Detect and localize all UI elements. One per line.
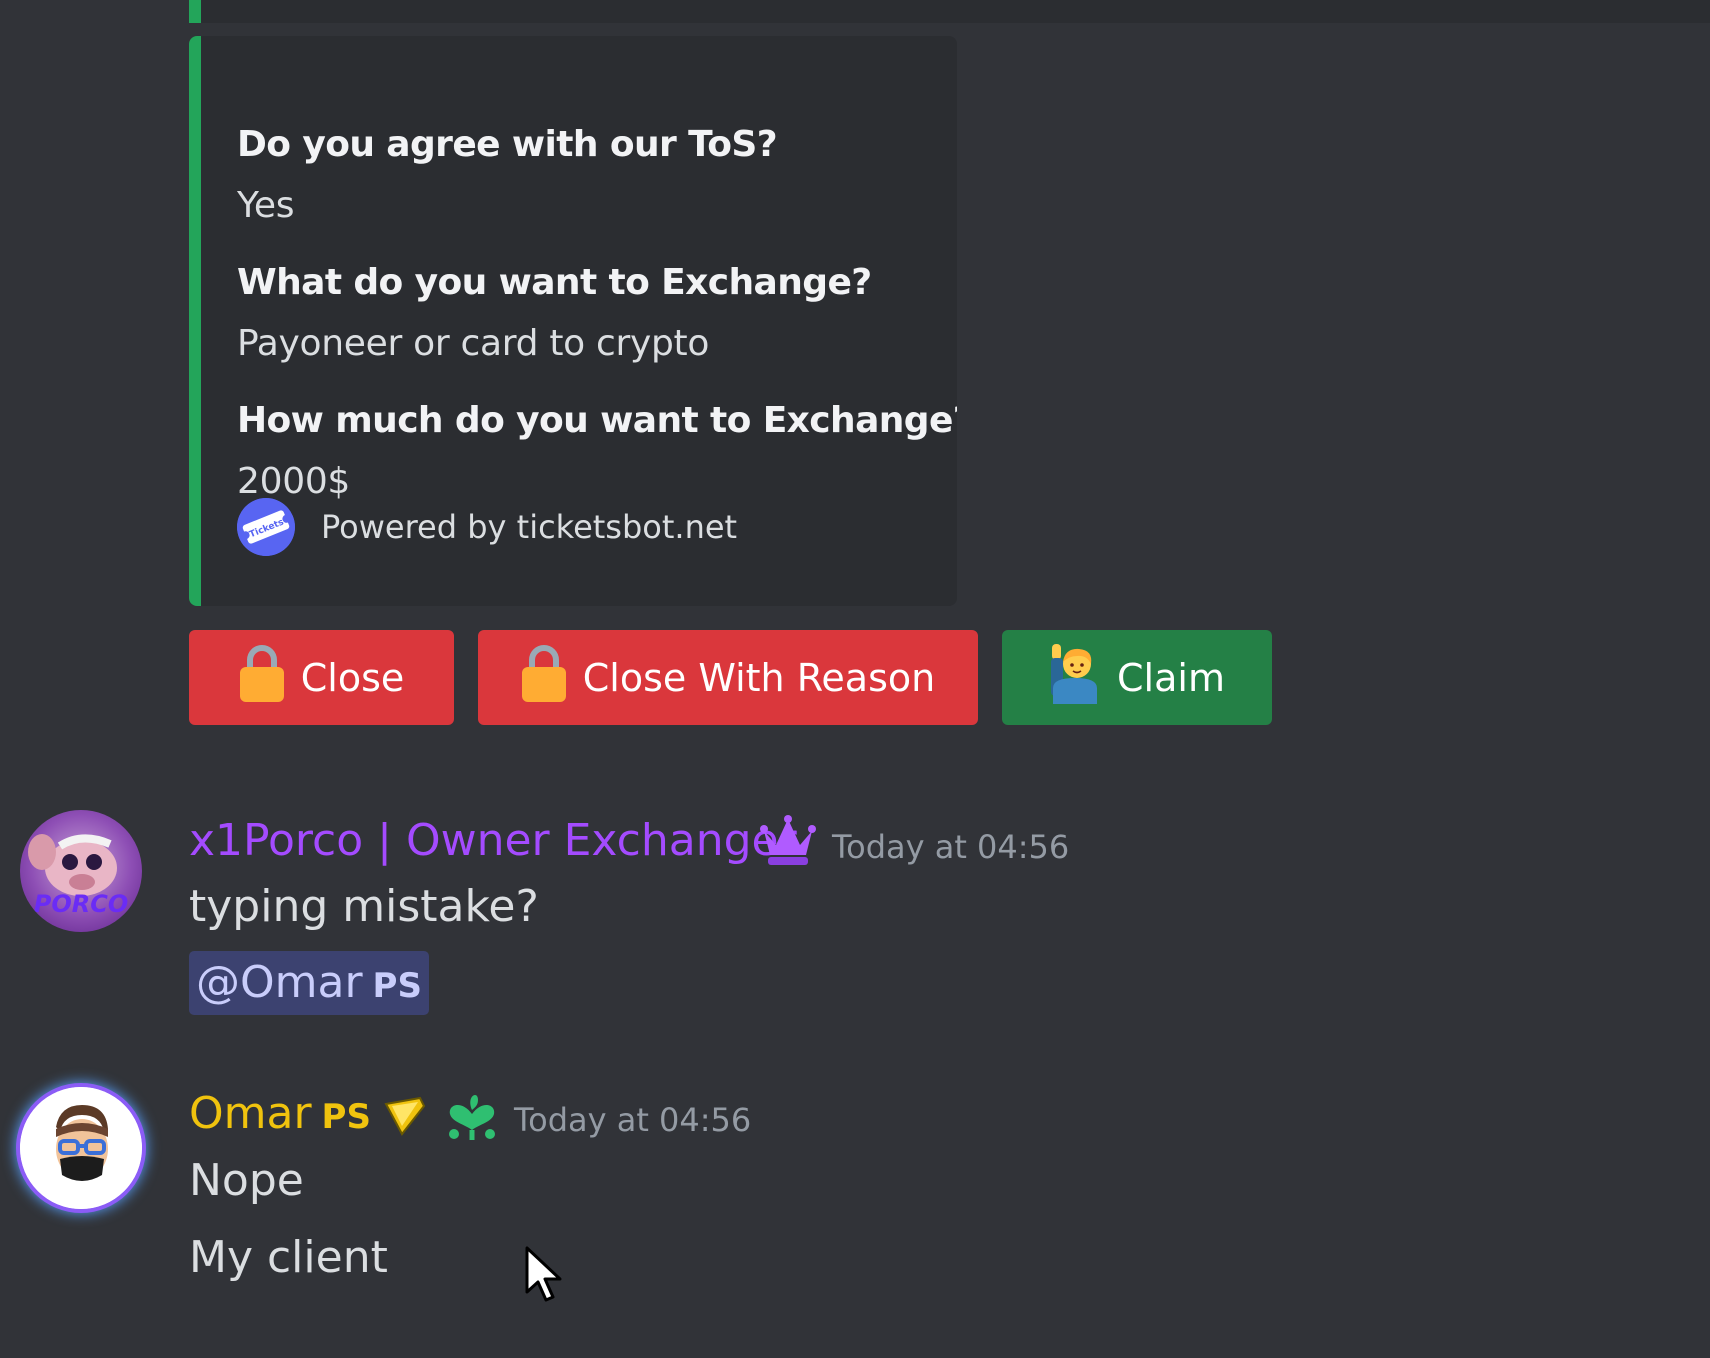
embed-footer-text: Powered by ticketsbot.net (321, 508, 738, 546)
close-button[interactable]: Close (189, 630, 454, 725)
embed-accent-bar (189, 36, 201, 606)
message-author[interactable]: Omar PS (189, 1088, 371, 1139)
clover-heart-icon[interactable] (444, 1090, 500, 1146)
embed-field-name: How much do you want to Exchange? (237, 400, 957, 441)
ticketsbot-logo-icon: Tickets (237, 498, 295, 556)
close-with-reason-label: Close With Reason (582, 655, 936, 700)
lock-icon (239, 643, 285, 712)
claim-button-label: Claim (1117, 655, 1225, 700)
author-tag: PS (321, 1097, 371, 1137)
embed-field-name: Do you agree with our ToS? (237, 124, 778, 165)
embed-field-value: Payoneer or card to crypto (237, 323, 710, 364)
gem-icon[interactable] (384, 1096, 426, 1140)
previous-embed (189, 0, 1710, 23)
message-timestamp[interactable]: Today at 04:56 (832, 828, 1069, 866)
embed-field-value: 2000$ (237, 461, 351, 502)
mention-tag: PS (372, 966, 422, 1006)
embed-field-name: What do you want to Exchange? (237, 262, 872, 303)
avatar[interactable] (20, 1087, 142, 1209)
ticket-embed: Do you agree with our ToS? Yes What do y… (189, 36, 957, 606)
message-timestamp[interactable]: Today at 04:56 (514, 1101, 751, 1139)
lock-icon (521, 643, 567, 712)
message-content: Nope (189, 1155, 304, 1206)
svg-text:PORCO: PORCO (34, 890, 129, 918)
close-button-label: Close (300, 655, 405, 700)
message-author[interactable]: x1Porco | Owner Exchanger (189, 815, 797, 866)
chat-area: Do you agree with our ToS? Yes What do y… (0, 0, 1710, 1358)
mouse-cursor-icon (524, 1246, 564, 1308)
message-content: My client (189, 1232, 388, 1283)
author-name: Omar (189, 1088, 312, 1139)
message-content: typing mistake? (189, 881, 539, 932)
crown-icon[interactable] (760, 815, 816, 871)
close-with-reason-button[interactable]: Close With Reason (478, 630, 978, 725)
author-name: x1Porco | Owner Exchanger (189, 815, 797, 866)
claim-button[interactable]: Claim (1002, 630, 1272, 725)
avatar[interactable]: PORCO (20, 810, 142, 932)
user-mention[interactable]: @Omar PS (189, 951, 429, 1015)
mention-name: @Omar (196, 957, 363, 1008)
raising-hand-person-icon (1049, 642, 1101, 713)
embed-field-value: Yes (237, 185, 295, 226)
